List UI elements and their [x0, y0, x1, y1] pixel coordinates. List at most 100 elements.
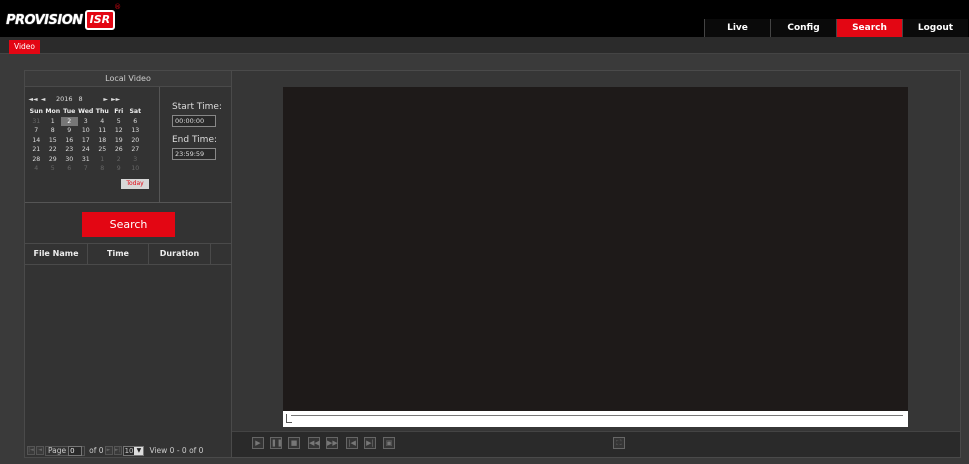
calendar-day[interactable]: 3	[78, 117, 95, 127]
stop-icon[interactable]: ■	[288, 437, 300, 449]
calendar-day[interactable]: 29	[45, 155, 62, 165]
calendar-grid: Sun Mon Tue Wed Thu Fri Sat 31 1 2 3 4 5 6 7 8 9 10 11 12 13…	[28, 107, 158, 174]
weekday-header: Fri	[114, 108, 124, 115]
weekday-header: Sat	[129, 108, 142, 115]
prev-frame-icon[interactable]: |◀	[346, 437, 358, 449]
tab-bar: Video	[0, 37, 969, 54]
calendar-day-selected[interactable]: 2	[61, 116, 78, 126]
first-page-button[interactable]: |◄	[27, 446, 35, 455]
calendar-day[interactable]: 1	[94, 155, 111, 165]
per-page-value: 10	[124, 446, 134, 455]
fullscreen-icon[interactable]: ⛶	[613, 437, 625, 449]
calendar-day[interactable]: 24	[78, 145, 95, 155]
nav-live[interactable]: Live	[704, 19, 770, 37]
page-count: of 0	[89, 446, 104, 455]
registered-mark: ®	[114, 3, 122, 11]
column-file-name[interactable]: File Name	[25, 244, 88, 264]
calendar-day[interactable]: 9	[111, 164, 128, 174]
calendar-day[interactable]: 12	[111, 126, 128, 136]
logo-word: PROVISION	[6, 12, 83, 28]
calendar-day[interactable]: 31	[78, 155, 95, 165]
next-frame-icon[interactable]: ▶|	[364, 437, 376, 449]
video-player[interactable]	[283, 87, 908, 411]
calendar-day[interactable]: 22	[45, 145, 62, 155]
next-page-button[interactable]: ►	[104, 446, 113, 455]
timeline-track	[291, 415, 903, 416]
nav-logout[interactable]: Logout	[902, 19, 968, 37]
column-duration[interactable]: Duration	[149, 244, 211, 264]
calendar-day[interactable]: 10	[127, 164, 144, 174]
calendar-day[interactable]: 8	[45, 126, 62, 136]
calendar-day[interactable]: 7	[28, 126, 45, 136]
nav-search[interactable]: Search	[836, 19, 902, 37]
local-video-title: Local Video	[25, 71, 231, 87]
next-month-button[interactable]: ►	[101, 96, 111, 103]
today-button[interactable]: Today	[121, 179, 149, 189]
calendar-day[interactable]: 5	[111, 117, 128, 127]
calendar-day[interactable]: 3	[127, 155, 144, 165]
calendar-day[interactable]: 25	[94, 145, 111, 155]
calendar-day[interactable]: 27	[127, 145, 144, 155]
end-time-input[interactable]	[172, 148, 216, 160]
calendar-day[interactable]: 19	[111, 136, 128, 146]
calendar-day[interactable]: 14	[28, 136, 45, 146]
calendar-day[interactable]: 15	[45, 136, 62, 146]
snapshot-icon[interactable]: ▣	[383, 437, 395, 449]
prev-page-button[interactable]: ◄	[36, 446, 44, 455]
calendar-day[interactable]: 1	[45, 117, 62, 127]
time-range: Start Time: End Time:	[159, 87, 232, 203]
calendar-day[interactable]: 13	[127, 126, 144, 136]
calendar-day[interactable]: 28	[28, 155, 45, 165]
calendar-day[interactable]: 2	[111, 155, 128, 165]
calendar-day[interactable]: 8	[94, 164, 111, 174]
calendar-day[interactable]: 21	[28, 145, 45, 155]
calendar-day[interactable]: 11	[94, 126, 111, 136]
calendar-day[interactable]: 26	[111, 145, 128, 155]
calendar-day[interactable]: 5	[45, 164, 62, 174]
slow-play-icon[interactable]: ◀◀	[308, 437, 320, 449]
calendar-day[interactable]: 17	[78, 136, 95, 146]
calendar-day[interactable]: 18	[94, 136, 111, 146]
calendar-day[interactable]: 4	[28, 164, 45, 174]
pager: |◄ ◄ Page of 0 ► ►| 10 ▼ View 0 - 0 of 0	[25, 444, 232, 457]
search-panel: Local Video ◄◄ ◄ 2016 8 ► ►► Sun Mon Tue We…	[25, 71, 232, 457]
fast-play-icon[interactable]: ▶▶	[326, 437, 338, 449]
main-nav: Live Config Search Logout	[704, 19, 968, 37]
prev-month-button[interactable]: ◄	[38, 96, 48, 103]
tab-video[interactable]: Video	[9, 40, 41, 54]
pause-icon[interactable]: ❚❚	[270, 437, 283, 449]
next-year-button[interactable]: ►►	[111, 96, 121, 103]
end-time-label: End Time:	[172, 135, 218, 145]
logo-badge: ISR	[84, 10, 116, 30]
prev-year-button[interactable]: ◄◄	[28, 96, 38, 103]
last-page-button[interactable]: ►|	[113, 446, 122, 455]
provision-isr-logo: PROVISION ISR ®	[6, 3, 121, 31]
page-box: Page	[45, 445, 86, 456]
play-icon[interactable]: ▶	[252, 437, 264, 449]
calendar-day[interactable]: 30	[61, 155, 78, 165]
start-time-input[interactable]	[172, 115, 216, 127]
calendar-day[interactable]: 10	[78, 126, 95, 136]
calendar-day[interactable]: 20	[127, 136, 144, 146]
playback-timeline[interactable]	[283, 411, 908, 427]
calendar-day[interactable]: 6	[61, 164, 78, 174]
search-button[interactable]: Search	[82, 212, 175, 237]
calendar-day[interactable]: 7	[78, 164, 95, 174]
calendar-day[interactable]: 9	[61, 126, 78, 136]
playback-area: ▶ ❚❚ ■ ◀◀ ▶▶ |◀ ▶| ▣ ⛶	[232, 71, 960, 457]
timeline-thumb[interactable]	[286, 414, 292, 423]
per-page-select[interactable]: 10 ▼	[122, 445, 145, 456]
page-input[interactable]	[68, 445, 83, 456]
nav-config[interactable]: Config	[770, 19, 836, 37]
calendar-day[interactable]: 31	[28, 117, 45, 127]
calendar-day[interactable]: 4	[94, 117, 111, 127]
search-content: Local Video ◄◄ ◄ 2016 8 ► ►► Sun Mon Tue We…	[24, 70, 961, 458]
weekday-header: Sun	[29, 108, 43, 115]
calendar: ◄◄ ◄ 2016 8 ► ►► Sun Mon Tue Wed Thu Fri Sat 31…	[28, 93, 158, 174]
view-range: View 0 - 0 of 0	[149, 446, 204, 455]
weekday-header: Mon	[45, 108, 61, 115]
calendar-day[interactable]: 23	[61, 145, 78, 155]
calendar-day[interactable]: 16	[61, 136, 78, 146]
calendar-day[interactable]: 6	[127, 117, 144, 127]
column-time[interactable]: Time	[88, 244, 149, 264]
